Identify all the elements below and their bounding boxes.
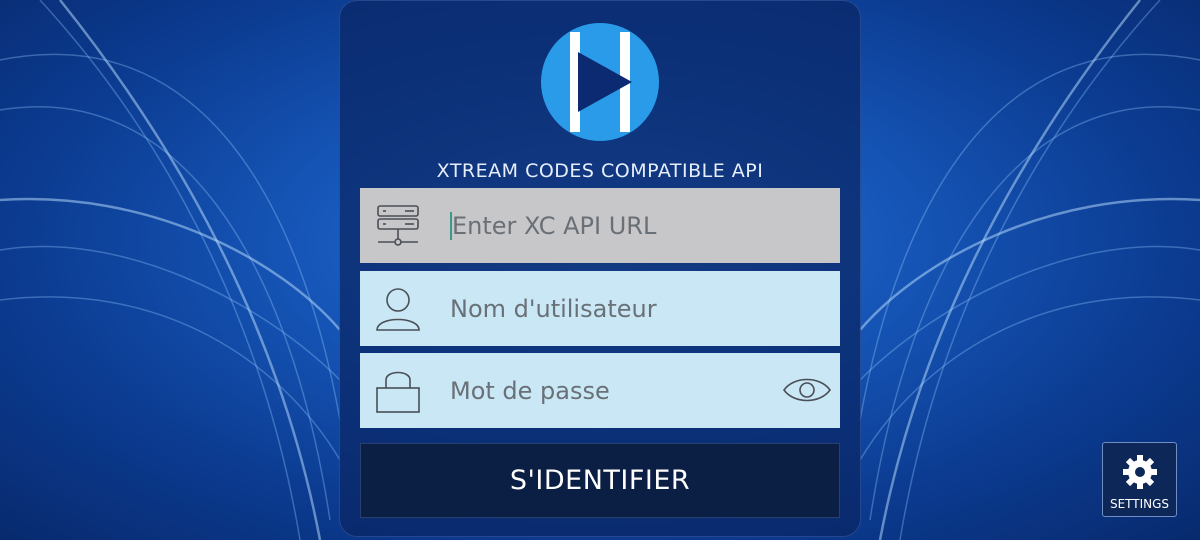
settings-button[interactable]: SETTINGS [1102, 442, 1177, 517]
gear-icon [1122, 455, 1157, 489]
login-button[interactable]: S'IDENTIFIER [360, 443, 840, 518]
user-icon [360, 271, 436, 346]
server-icon [360, 188, 436, 263]
settings-label: SETTINGS [1109, 497, 1170, 511]
api-url-placeholder: Enter XC API URL [452, 211, 657, 240]
api-url-field[interactable]: Enter XC API URL [360, 188, 840, 263]
username-field[interactable]: Nom d'utilisateur [360, 271, 840, 346]
username-placeholder: Nom d'utilisateur [450, 294, 657, 323]
lock-icon [360, 353, 436, 428]
password-field[interactable]: Mot de passe [360, 353, 840, 428]
play-logo-icon [541, 23, 659, 141]
eye-icon[interactable] [782, 373, 832, 407]
api-subtitle: XTREAM CODES COMPATIBLE API [436, 160, 764, 182]
password-placeholder: Mot de passe [450, 376, 610, 405]
